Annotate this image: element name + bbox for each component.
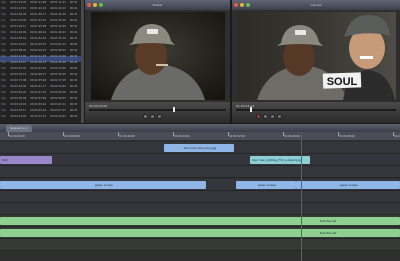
browser-cell: 00:03:14:04 (10, 115, 27, 118)
ruler-label: 01:00:32:00 (229, 135, 245, 138)
viewer-timecode: 00:00:00:00 (89, 104, 108, 108)
ruler-label: 01:00:24:00 (174, 135, 190, 138)
close-icon[interactable] (87, 3, 91, 7)
browser-cell: 00:03:14:01 (50, 115, 66, 118)
play-icon[interactable] (270, 114, 275, 119)
timeline-clip[interactable]: Soul man_face_forg.jpg (164, 144, 234, 152)
browser-row[interactable]: Clip 00:03:14:04 00:03:12:14 00:03:14:01 00:… (0, 114, 84, 120)
rewind-icon[interactable] (143, 114, 148, 119)
timeline-clip[interactable]: green screen (236, 181, 296, 189)
canvas-playhead[interactable] (250, 107, 252, 112)
timeline-clip[interactable]: green screen (0, 181, 206, 189)
rewind-icon[interactable] (263, 114, 268, 119)
close-icon[interactable] (234, 3, 238, 7)
timeline-track[interactable] (0, 191, 400, 203)
tab-sequence[interactable]: Sequence 1 (6, 125, 32, 132)
ruler-label: 01:00:00:00 (9, 135, 25, 138)
minimize-icon[interactable] (240, 3, 244, 7)
timeline-ruler[interactable]: 01:00:00:00 01:00:08:00 01:00:16:00 01:00:2… (0, 132, 400, 140)
play-icon[interactable] (150, 114, 155, 119)
person-icon (91, 12, 225, 100)
canvas-scrubber[interactable] (236, 109, 396, 111)
viewer-playhead[interactable] (173, 107, 175, 112)
timeline-track[interactable] (0, 154, 400, 166)
viewer-title: Viewer (85, 0, 230, 10)
timeline-playhead[interactable] (301, 132, 302, 261)
zoom-icon[interactable] (246, 3, 250, 7)
timeline-panel: Sequence 1 01:00:00:00 01:00:08:00 01:00:1… (0, 124, 400, 261)
browser-cell: 00:03:12:14 (30, 115, 47, 118)
browser-panel: Clip 00:01:16:03 00:01:11:06 00:01:11:21 00:… (0, 0, 84, 123)
ruler-label: 01:00:16:00 (119, 135, 135, 138)
ruler-label: 01:00:08:00 (64, 135, 80, 138)
zoom-icon[interactable] (99, 3, 103, 7)
person-icon: SOUL (237, 12, 396, 100)
timeline-clip[interactable]: Dub fine.aif (0, 229, 400, 237)
viewer-scrubber[interactable] (89, 109, 226, 111)
timeline-track[interactable] (0, 203, 400, 215)
record-icon[interactable] (256, 114, 261, 119)
browser-cell: Clip (1, 115, 6, 118)
timeline-track[interactable] (0, 239, 400, 251)
timeline-clip[interactable]: green screen (296, 181, 400, 189)
soul-sign-text: SOUL (327, 76, 358, 88)
browser-scrollbar[interactable] (81, 0, 84, 123)
canvas-title: Canvas (232, 0, 400, 10)
canvas-window: Canvas SOUL 01:00:44:12 (232, 0, 400, 123)
timeline-track[interactable] (0, 166, 400, 178)
timeline-clip[interactable]: Text (0, 156, 52, 164)
ruler-label: 01:00:40:00 (284, 135, 300, 138)
forward-icon[interactable] (277, 114, 282, 119)
timeline-clip[interactable]: Dub fine.aif (0, 217, 400, 225)
canvas-transport: 01:00:44:12 (232, 102, 400, 123)
viewer-window: Viewer 00:00:00:00 (85, 0, 230, 123)
timeline-header: Sequence 1 (0, 124, 400, 132)
viewer-transport: 00:00:00:00 (85, 102, 230, 123)
minimize-icon[interactable] (93, 3, 97, 7)
canvas-video[interactable]: SOUL (237, 12, 396, 100)
ruler-label: 01:00:56:00 (394, 135, 400, 138)
forward-icon[interactable] (157, 114, 162, 119)
viewer-video[interactable] (91, 12, 225, 100)
ruler-label: 01:00:48:00 (339, 135, 355, 138)
